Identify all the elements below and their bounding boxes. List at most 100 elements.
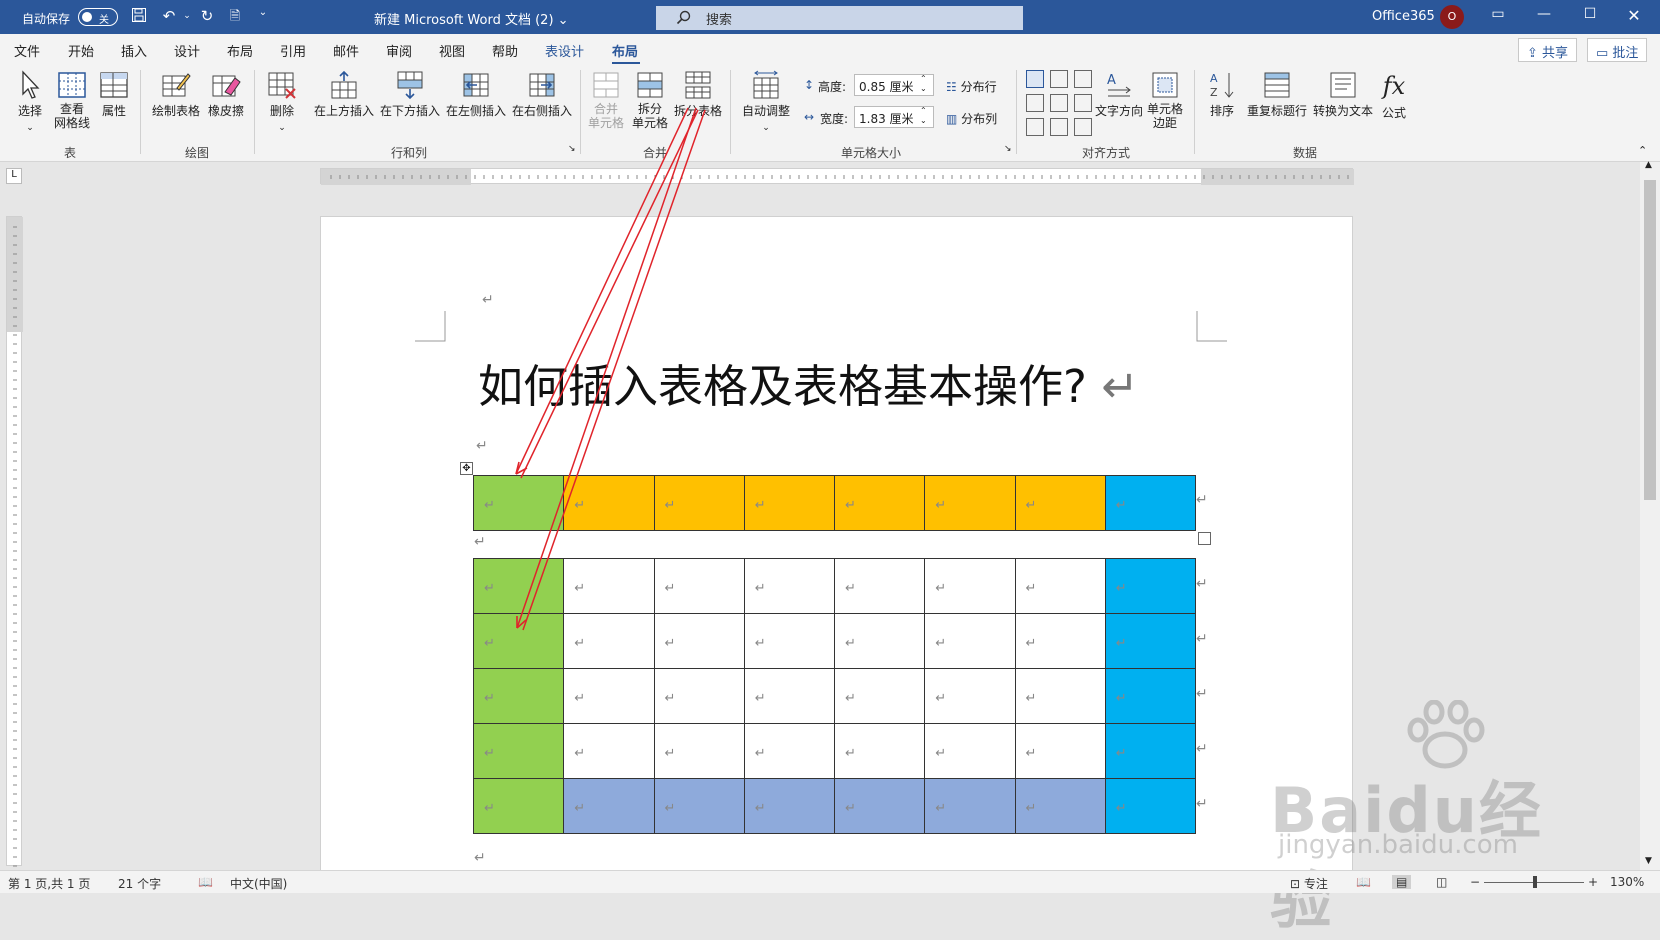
customize-qat-icon[interactable]: ⌄ (252, 7, 274, 27)
zoom-in-icon[interactable]: + (1588, 875, 1598, 889)
width-spinner-icon[interactable]: ⌃ ⌄ (920, 106, 927, 126)
tab-design[interactable]: 设计 (174, 41, 200, 60)
table-top[interactable]: ↵ ↵ ↵ ↵ ↵ ↵ ↵ ↵ (472, 475, 1197, 531)
properties-button[interactable]: 属性 (96, 70, 132, 119)
distribute-rows-button[interactable]: ☷ 分布行 (946, 78, 997, 95)
align-bottom-left-button[interactable] (1026, 118, 1044, 136)
table-cell[interactable]: ↵ (1014, 723, 1106, 779)
split-table-button[interactable]: 拆分表格 (672, 70, 724, 119)
read-mode-icon[interactable]: 📖 (1356, 875, 1371, 889)
table-cell[interactable]: ↵ (743, 778, 836, 834)
scroll-up-icon[interactable]: ▲ (1645, 160, 1652, 170)
table-cell[interactable]: ↵ (743, 558, 836, 614)
table-cell[interactable]: ↵ (833, 668, 926, 724)
align-middle-left-button[interactable] (1026, 94, 1044, 112)
table-move-handle-icon[interactable]: ✥ (460, 462, 473, 475)
table-cell[interactable]: ↵ (653, 558, 745, 614)
insert-left-button[interactable]: 在左侧插入 (444, 70, 508, 119)
table-cell[interactable]: ↵ (1104, 723, 1197, 779)
table-bottom[interactable]: ↵ ↵ ↵ ↵ ↵ ↵ ↵ ↵ ↵ ↵ ↵ ↵ ↵ ↵ ↵ ↵ ↵ ↵ ↵ ↵ ↵ ↵ ↵ ↵ ↵ ↵ ↵ ↵ ↵ ↵ ↵ ↵ ↵ ↵ ↵ ↵ ↵ ↵ ↵ ↵ (472, 558, 1197, 834)
redo-icon[interactable]: ↻ (196, 7, 218, 27)
table-cell[interactable]: ↵ (472, 723, 565, 779)
table-cell[interactable]: ↵ (1104, 475, 1197, 531)
delete-button[interactable]: 删除 ⌄ (262, 70, 302, 133)
table-cell[interactable]: ↵ (1104, 613, 1197, 669)
account-name[interactable]: Office365 (1372, 9, 1435, 24)
print-layout-icon[interactable]: ▤ (1392, 875, 1412, 889)
table-cell[interactable]: ↵ (563, 475, 655, 531)
tab-mailings[interactable]: 邮件 (333, 41, 359, 60)
height-spinner-icon[interactable]: ⌃ ⌄ (920, 74, 927, 94)
align-bottom-center-button[interactable] (1050, 118, 1068, 136)
table-cell[interactable]: ↵ (924, 475, 1016, 531)
tab-view[interactable]: 视图 (439, 41, 465, 60)
scroll-thumb[interactable] (1644, 180, 1656, 500)
tab-review[interactable]: 审阅 (386, 41, 412, 60)
table-cell[interactable]: ↵ (653, 475, 745, 531)
undo-dropdown-icon[interactable]: ⌄ (176, 11, 198, 31)
language[interactable]: 中文(中国) (230, 875, 287, 892)
cell-size-dialog-launcher-icon[interactable]: ↘ (1004, 144, 1012, 154)
table-cell[interactable]: ↵ (472, 613, 565, 669)
table-cell[interactable]: ↵ (743, 613, 836, 669)
proofing-icon[interactable]: 📖 (198, 875, 213, 889)
align-top-center-button[interactable] (1050, 70, 1068, 88)
document-title[interactable]: 新建 Microsoft Word 文档 (2) ⌄ (374, 9, 569, 28)
table-cell[interactable]: ↵ (833, 558, 926, 614)
vertical-ruler[interactable] (6, 216, 23, 867)
formula-button[interactable]: fx 公式 (1376, 70, 1412, 121)
share-button[interactable]: ⇪ 共享 (1518, 38, 1578, 62)
collapse-ribbon-icon[interactable]: ⌃ (1638, 144, 1647, 157)
autofit-button[interactable]: 自动调整 ⌄ (738, 70, 794, 133)
table-cell[interactable]: ↵ (924, 723, 1016, 779)
table-cell[interactable]: ↵ (924, 613, 1016, 669)
table-cell[interactable]: ↵ (924, 668, 1016, 724)
table-cell[interactable]: ↵ (1014, 613, 1106, 669)
table-cell[interactable]: ↵ (1014, 558, 1106, 614)
table-cell[interactable]: ↵ (1014, 778, 1106, 834)
page-count[interactable]: 第 1 页,共 1 页 (8, 875, 90, 892)
maximize-icon[interactable]: ☐ (1570, 6, 1610, 28)
split-cells-button[interactable]: 拆分 单元格 (630, 70, 670, 130)
ribbon-display-icon[interactable]: ▭ (1478, 6, 1518, 28)
table-cell[interactable]: ↵ (743, 723, 836, 779)
table-cell[interactable]: ↵ (924, 558, 1016, 614)
focus-button[interactable]: ⊡ 专注 (1290, 875, 1328, 892)
table-cell[interactable]: ↵ (833, 613, 926, 669)
sort-button[interactable]: AZ 排序 (1204, 70, 1240, 119)
table-cell[interactable]: ↵ (653, 778, 745, 834)
table-cell[interactable]: ↵ (472, 558, 565, 614)
align-bottom-right-button[interactable] (1074, 118, 1092, 136)
repeat-header-rows-button[interactable]: 重复标题行 (1244, 70, 1310, 119)
web-layout-icon[interactable]: ◫ (1436, 875, 1447, 889)
table-cell[interactable]: ↵ (472, 475, 565, 531)
distribute-cols-button[interactable]: ▥ 分布列 (946, 110, 997, 127)
horizontal-ruler[interactable] (320, 168, 1354, 185)
table-cell[interactable]: ↵ (563, 558, 655, 614)
table-cell[interactable]: ↵ (1104, 778, 1197, 834)
table-cell[interactable]: ↵ (1014, 475, 1106, 531)
table-cell[interactable]: ↵ (924, 778, 1016, 834)
text-direction-button[interactable]: A 文字方向 (1094, 70, 1144, 119)
zoom-level[interactable]: 130% (1610, 875, 1644, 889)
search-box[interactable]: 搜索 (656, 6, 1023, 30)
table-cell[interactable]: ↵ (833, 475, 926, 531)
avatar[interactable]: O (1440, 5, 1464, 29)
close-icon[interactable]: ✕ (1614, 6, 1654, 28)
align-top-left-button[interactable] (1026, 70, 1044, 88)
convert-to-text-button[interactable]: 转换为文本 (1310, 70, 1376, 119)
table-cell[interactable]: ↵ (563, 778, 655, 834)
tab-file[interactable]: 文件 (14, 41, 40, 60)
save-icon[interactable] (128, 7, 150, 27)
tab-table-layout[interactable]: 布局 (612, 41, 638, 60)
table-cell[interactable]: ↵ (1014, 668, 1106, 724)
insert-right-button[interactable]: 在右侧插入 (510, 70, 574, 119)
zoom-out-icon[interactable]: − (1470, 875, 1480, 889)
align-middle-right-button[interactable] (1074, 94, 1092, 112)
comment-button[interactable]: ▭ 批注 (1587, 38, 1648, 62)
align-top-right-button[interactable] (1074, 70, 1092, 88)
tab-insert[interactable]: 插入 (121, 41, 147, 60)
select-button[interactable]: 选择 ⌄ (12, 70, 48, 133)
table-cell[interactable]: ↵ (833, 723, 926, 779)
rows-cols-dialog-launcher-icon[interactable]: ↘ (568, 144, 576, 154)
